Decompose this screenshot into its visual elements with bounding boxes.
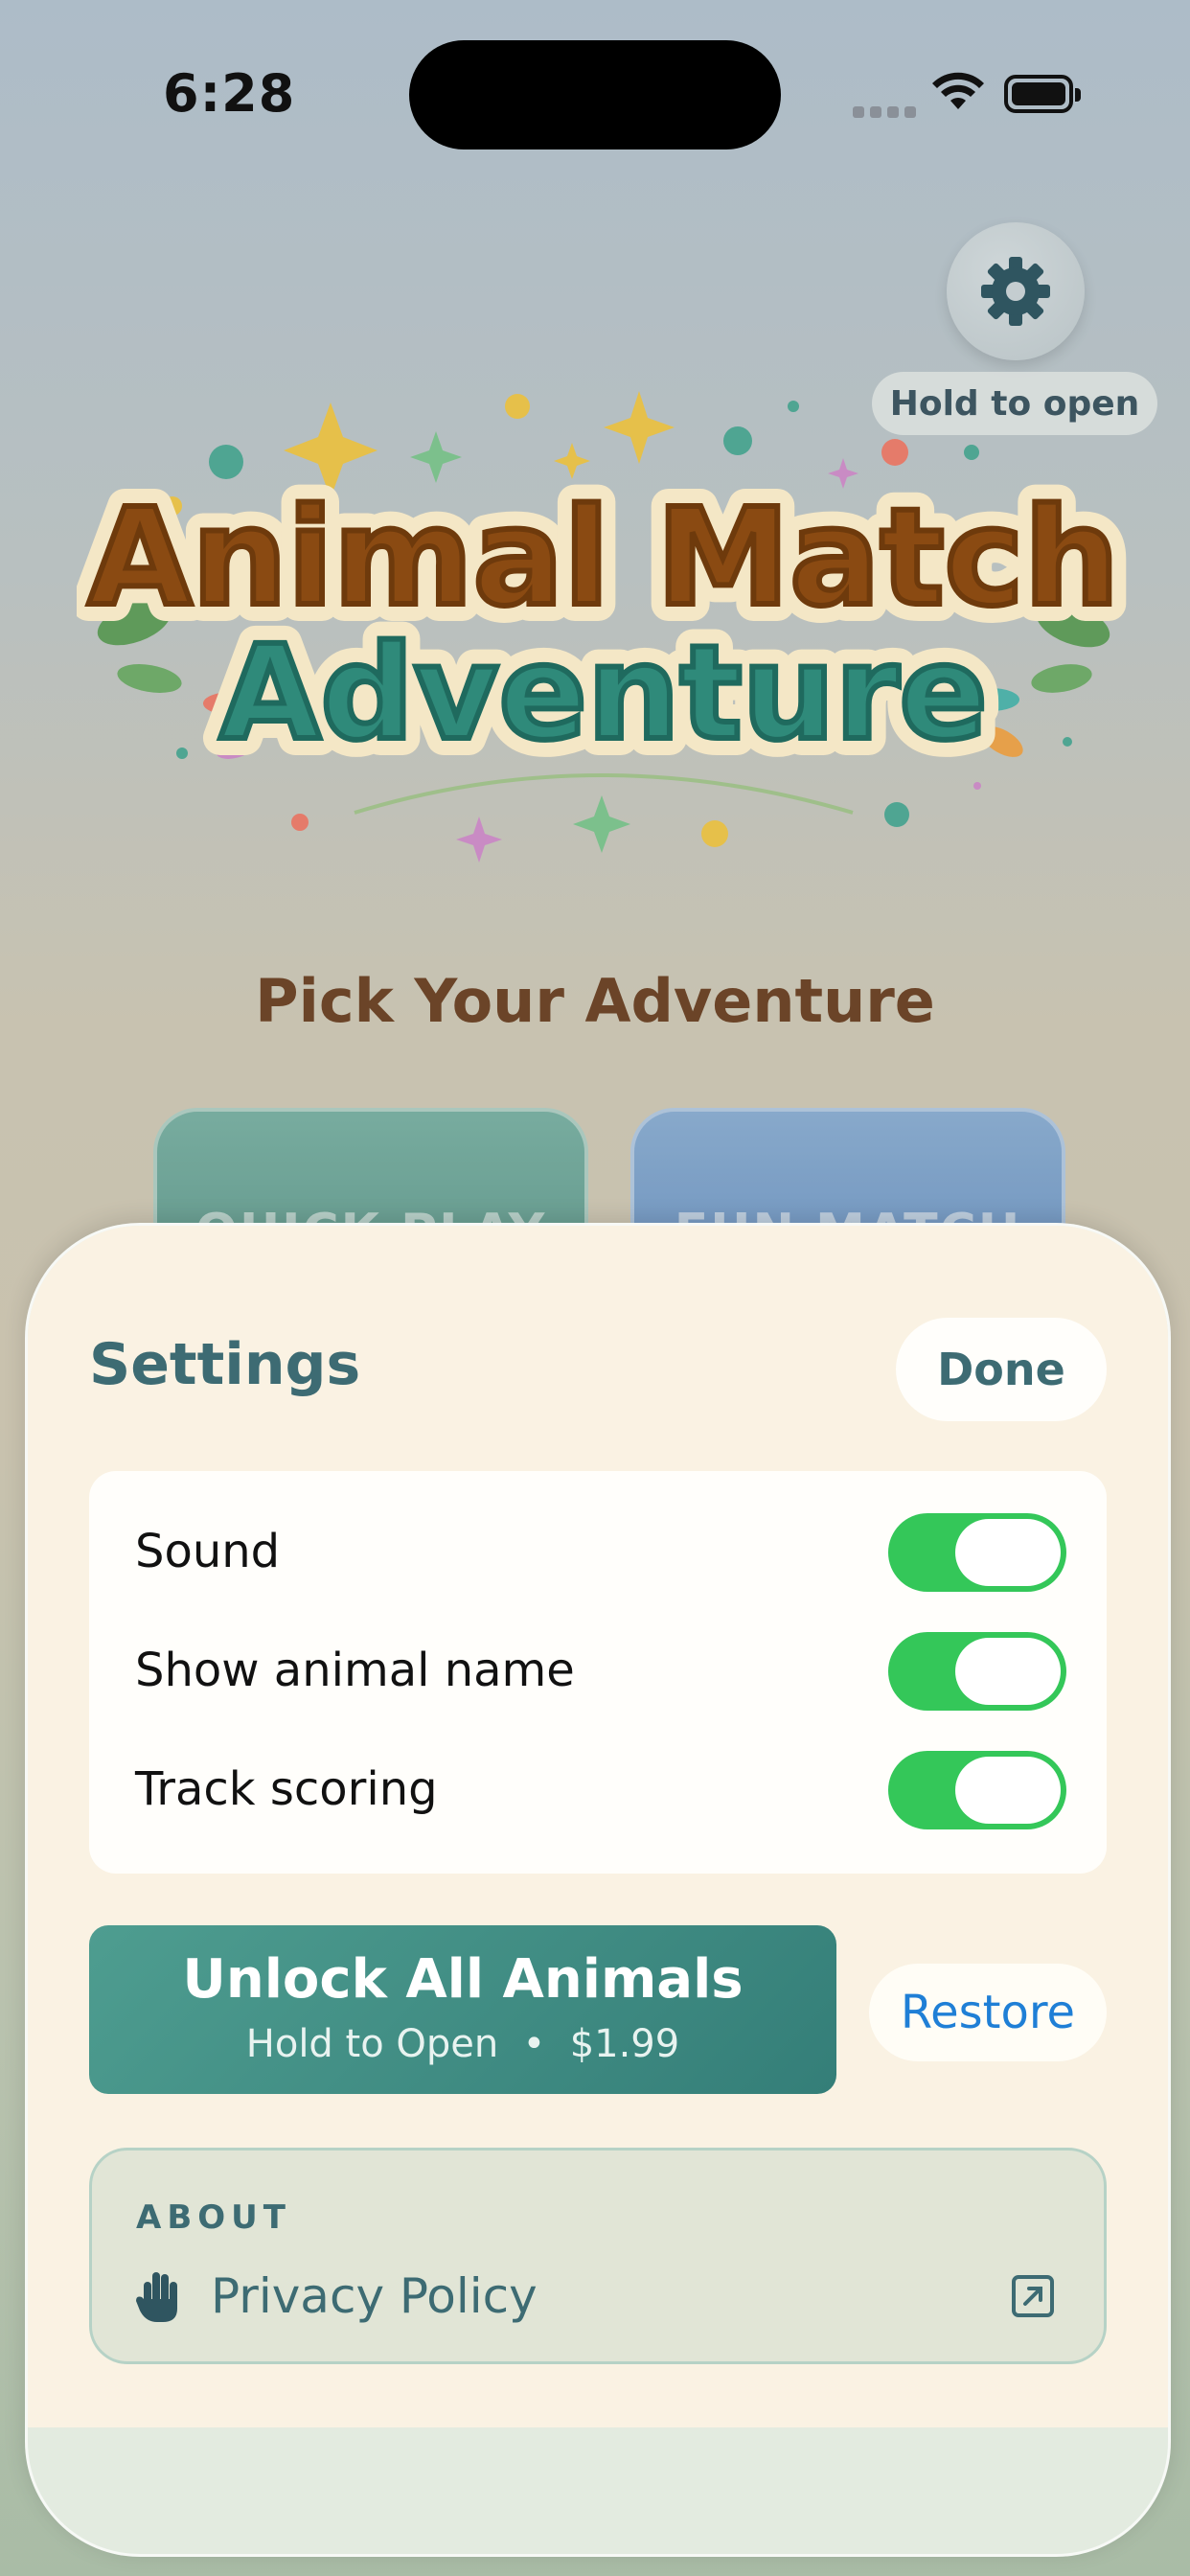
restore-button[interactable]: Restore bbox=[869, 1964, 1107, 2061]
unlock-title: Unlock All Animals bbox=[182, 1948, 744, 2011]
page-heading: Pick Your Adventure bbox=[255, 966, 935, 1036]
settings-title: Settings bbox=[89, 1331, 361, 1398]
external-link-icon bbox=[1012, 2275, 1054, 2317]
track-scoring-toggle[interactable] bbox=[888, 1751, 1066, 1829]
toggle-label: Show animal name bbox=[135, 1644, 575, 1697]
toggle-row-track-scoring: Track scoring bbox=[89, 1730, 1107, 1849]
toggle-list: Sound Show animal name Track scoring bbox=[89, 1471, 1107, 1874]
privacy-policy-link[interactable]: Privacy Policy bbox=[136, 2262, 538, 2331]
sound-toggle[interactable] bbox=[888, 1513, 1066, 1592]
wifi-icon bbox=[932, 72, 984, 109]
status-time: 6:28 bbox=[163, 63, 296, 124]
toggle-row-show-animal-name: Show animal name bbox=[89, 1611, 1107, 1730]
toggle-label: Sound bbox=[135, 1525, 281, 1578]
settings-sheet: Settings Done Sound Show animal name Tra… bbox=[25, 1223, 1171, 2557]
cellular-signal-icon bbox=[853, 104, 922, 122]
gear-icon bbox=[981, 257, 1050, 326]
unlock-all-animals-button[interactable]: Unlock All Animals Hold to Open • $1.99 bbox=[89, 1925, 836, 2094]
battery-icon bbox=[1004, 75, 1081, 113]
about-heading: ABOUT bbox=[136, 2198, 291, 2237]
privacy-policy-label: Privacy Policy bbox=[211, 2268, 538, 2324]
game-logo: Animal Match Animal Match Adventure Adve… bbox=[77, 391, 1131, 862]
hand-icon bbox=[136, 2272, 177, 2322]
unlock-subtitle: Hold to Open • $1.99 bbox=[245, 2022, 680, 2066]
dynamic-island bbox=[409, 40, 781, 150]
logo-line1: Animal Match bbox=[88, 480, 1119, 636]
toggle-label: Track scoring bbox=[135, 1762, 438, 1816]
toggle-row-sound: Sound bbox=[89, 1492, 1107, 1611]
about-section: ABOUT Privacy Policy bbox=[89, 2148, 1107, 2364]
show-animal-name-toggle[interactable] bbox=[888, 1632, 1066, 1711]
done-button[interactable]: Done bbox=[896, 1318, 1107, 1421]
logo-line2: Adventure bbox=[219, 618, 987, 770]
settings-gear-button[interactable] bbox=[947, 222, 1085, 360]
